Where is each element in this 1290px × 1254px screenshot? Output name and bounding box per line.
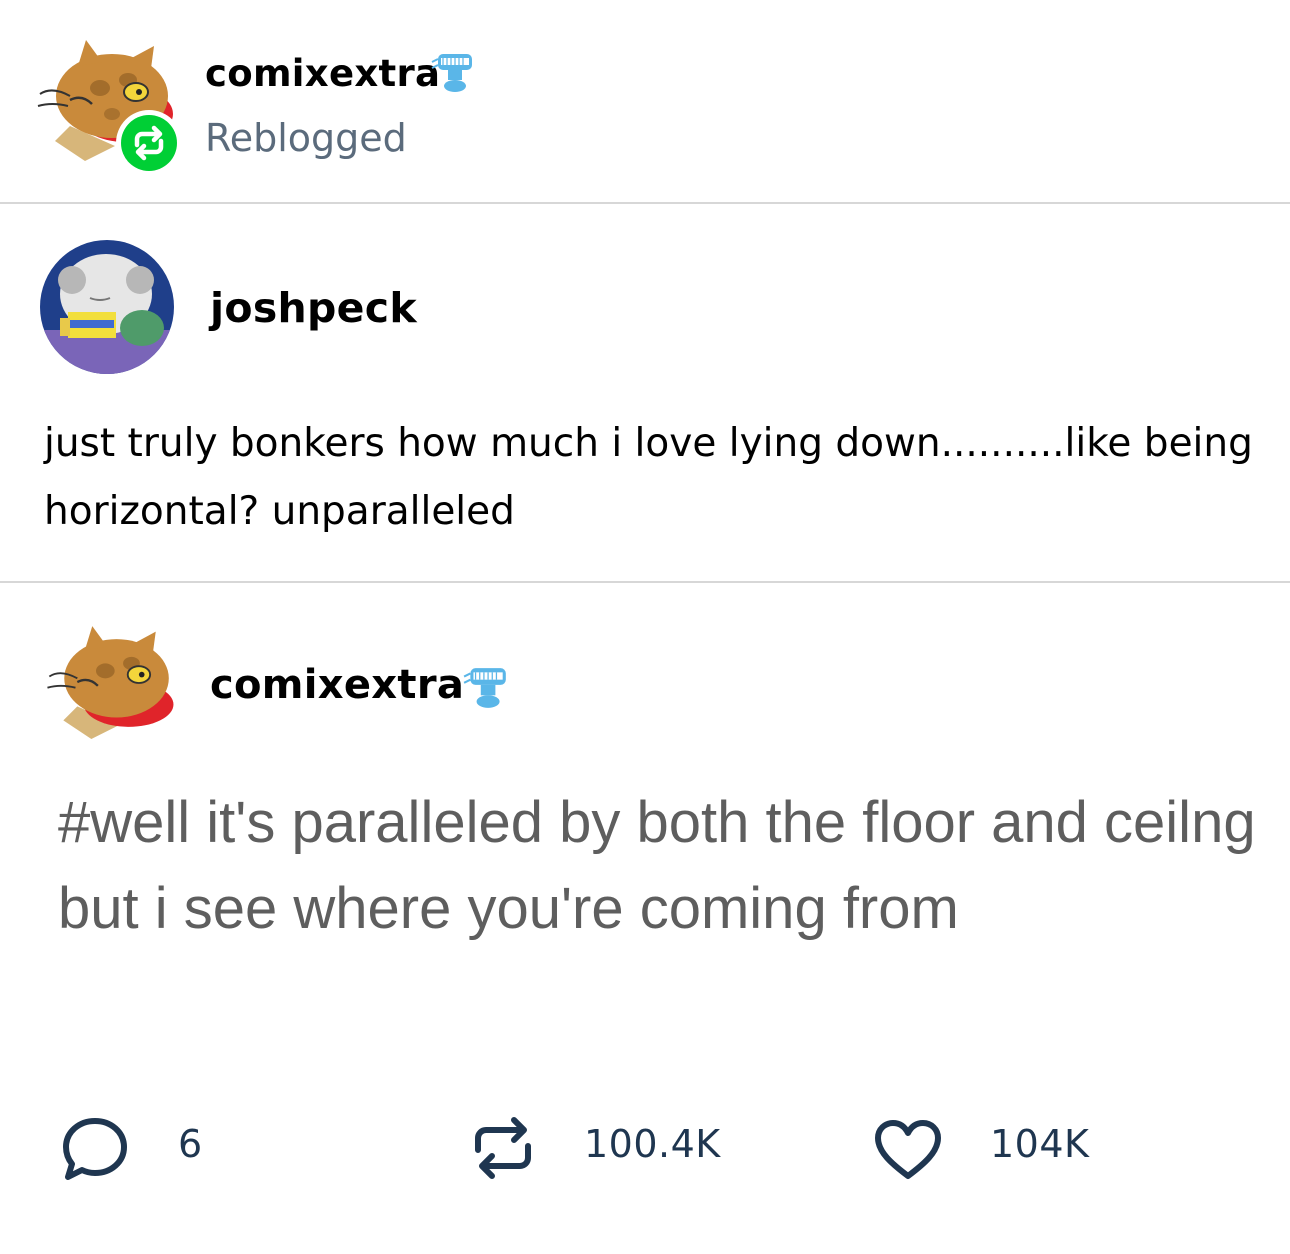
reblogger-username[interactable]: comixextra <box>205 52 440 95</box>
reblog-icon[interactable] <box>470 1112 536 1184</box>
teeth-emoji-icon <box>462 664 510 712</box>
cat-avatar-icon <box>47 626 174 739</box>
reblog-badge <box>116 110 182 176</box>
header-divider <box>0 202 1290 204</box>
reply-username[interactable]: comixextra <box>210 662 464 708</box>
reblog-count[interactable]: 100.4K <box>584 1122 721 1166</box>
like-count[interactable]: 104K <box>990 1122 1089 1166</box>
joshpeck-avatar[interactable] <box>40 240 174 374</box>
comment-count[interactable]: 6 <box>178 1122 203 1166</box>
spongebob-avatar-icon <box>40 240 174 374</box>
joshpeck-username[interactable]: joshpeck <box>210 284 417 332</box>
reply-tags[interactable]: #well it's paralleled by both the floor … <box>58 780 1258 952</box>
heart-icon[interactable] <box>872 1118 944 1182</box>
comment-icon[interactable] <box>60 1115 130 1185</box>
original-post-text: just truly bonkers how much i love lying… <box>44 421 1253 534</box>
teeth-emoji-icon <box>430 50 476 96</box>
reblog-badge-icon <box>121 115 177 171</box>
post-divider <box>0 581 1290 583</box>
reply-avatar[interactable] <box>40 618 180 748</box>
reblogged-status: Reblogged <box>205 116 407 160</box>
